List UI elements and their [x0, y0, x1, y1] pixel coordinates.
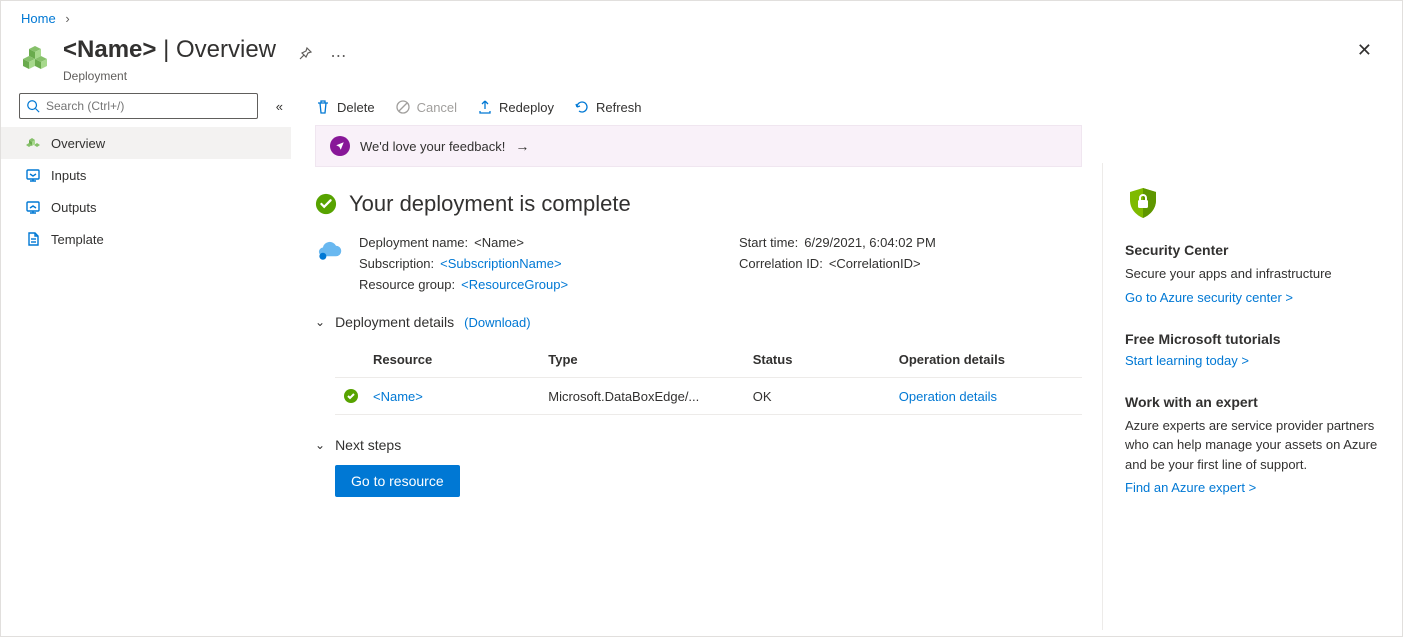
success-check-icon: [315, 193, 337, 215]
sidebar-item-outputs[interactable]: Outputs: [1, 191, 291, 223]
resource-link[interactable]: <Name>: [373, 389, 548, 404]
sidebar-item-label: Overview: [51, 136, 105, 151]
meta-value: <CorrelationID>: [829, 256, 921, 271]
chevron-down-icon: ⌄: [315, 315, 325, 329]
shield-icon: [1125, 185, 1161, 221]
more-icon[interactable]: ⋯: [330, 46, 346, 66]
sidebar-item-overview[interactable]: Overview: [1, 127, 291, 159]
deployment-details-table: Resource Type Status Operation details <…: [335, 342, 1082, 415]
expert-link[interactable]: Find an Azure expert >: [1125, 480, 1256, 495]
toolbar: Delete Cancel Redeploy Refresh: [315, 93, 1082, 125]
inputs-icon: [25, 167, 41, 183]
deployment-cube-icon: [21, 40, 53, 72]
template-icon: [25, 231, 41, 247]
go-to-resource-button[interactable]: Go to resource: [335, 465, 460, 497]
rp-text: Secure your apps and infrastructure: [1125, 264, 1382, 284]
feedback-bar[interactable]: We'd love your feedback! →: [315, 125, 1082, 167]
feedback-text: We'd love your feedback!: [360, 139, 505, 154]
breadcrumb: Home ›: [1, 1, 1402, 32]
cell-type: Microsoft.DataBoxEdge/...: [548, 389, 752, 404]
meta-label: Start time:: [739, 235, 798, 250]
rp-title: Security Center: [1125, 242, 1382, 258]
rp-title: Free Microsoft tutorials: [1125, 331, 1382, 347]
col-status: Status: [753, 352, 899, 367]
table-row: <Name> Microsoft.DataBoxEdge/... OK Oper…: [335, 378, 1082, 415]
search-input[interactable]: [46, 99, 251, 113]
sidebar-item-inputs[interactable]: Inputs: [1, 159, 291, 191]
delete-button[interactable]: Delete: [315, 99, 375, 115]
table-header: Resource Type Status Operation details: [335, 342, 1082, 378]
status-heading: Your deployment is complete: [349, 191, 631, 217]
download-link[interactable]: (Download): [464, 315, 530, 330]
sidebar-item-template[interactable]: Template: [1, 223, 291, 255]
col-type: Type: [548, 352, 752, 367]
cancel-icon: [395, 99, 411, 115]
meta-value: <Name>: [474, 235, 524, 250]
col-opdetails: Operation details: [899, 352, 1074, 367]
rp-text: Azure experts are service provider partn…: [1125, 416, 1382, 475]
subscription-link[interactable]: <SubscriptionName>: [440, 256, 561, 271]
breadcrumb-home[interactable]: Home: [21, 11, 56, 26]
tutorials-link[interactable]: Start learning today >: [1125, 353, 1249, 368]
page-header: <Name> | Overview ⋯ Deployment ✕: [1, 32, 1402, 93]
col-resource: Resource: [373, 352, 548, 367]
security-center-link[interactable]: Go to Azure security center >: [1125, 290, 1293, 305]
meta-label: Resource group:: [359, 277, 455, 292]
section-title: Deployment details: [335, 314, 454, 330]
pin-icon[interactable]: [297, 46, 313, 67]
meta-value: 6/29/2021, 6:04:02 PM: [804, 235, 936, 250]
cubes-small-icon: [25, 135, 41, 151]
row-success-icon: [343, 388, 359, 404]
cloud-icon: [315, 237, 343, 265]
refresh-icon: [574, 99, 590, 115]
close-icon[interactable]: ✕: [1357, 40, 1372, 61]
meta-label: Correlation ID:: [739, 256, 823, 271]
delete-icon: [315, 99, 331, 115]
status-row: Your deployment is complete: [315, 191, 1082, 217]
redeploy-icon: [477, 99, 493, 115]
section-title: Next steps: [335, 437, 401, 453]
sidebar-item-label: Inputs: [51, 168, 86, 183]
operation-details-link[interactable]: Operation details: [899, 389, 1074, 404]
sidebar: « Overview Inputs Outputs Template: [1, 93, 291, 630]
deployment-meta: Deployment name: <Name> Subscription: <S…: [315, 235, 1082, 292]
search-box[interactable]: [19, 93, 258, 119]
feedback-badge-icon: [330, 136, 350, 156]
refresh-button[interactable]: Refresh: [574, 99, 642, 115]
right-panel: Security Center Secure your apps and inf…: [1102, 163, 1402, 630]
meta-label: Deployment name:: [359, 235, 468, 250]
redeploy-button[interactable]: Redeploy: [477, 99, 554, 115]
page-subtitle: Deployment: [63, 69, 1382, 83]
sidebar-item-label: Template: [51, 232, 104, 247]
deployment-details-toggle[interactable]: ⌄ Deployment details (Download): [315, 314, 1082, 330]
cell-status: OK: [753, 389, 899, 404]
resource-group-link[interactable]: <ResourceGroup>: [461, 277, 568, 292]
search-icon: [26, 99, 40, 113]
outputs-icon: [25, 199, 41, 215]
arrow-right-icon: →: [515, 138, 529, 154]
next-steps-toggle[interactable]: ⌄ Next steps: [315, 437, 1082, 453]
sidebar-item-label: Outputs: [51, 200, 97, 215]
breadcrumb-separator: ›: [65, 11, 69, 26]
meta-label: Subscription:: [359, 256, 434, 271]
collapse-sidebar-icon[interactable]: «: [276, 99, 283, 114]
rp-title: Work with an expert: [1125, 394, 1382, 410]
cancel-button: Cancel: [395, 99, 457, 115]
page-title: <Name> | Overview: [63, 36, 283, 63]
chevron-down-icon: ⌄: [315, 438, 325, 452]
